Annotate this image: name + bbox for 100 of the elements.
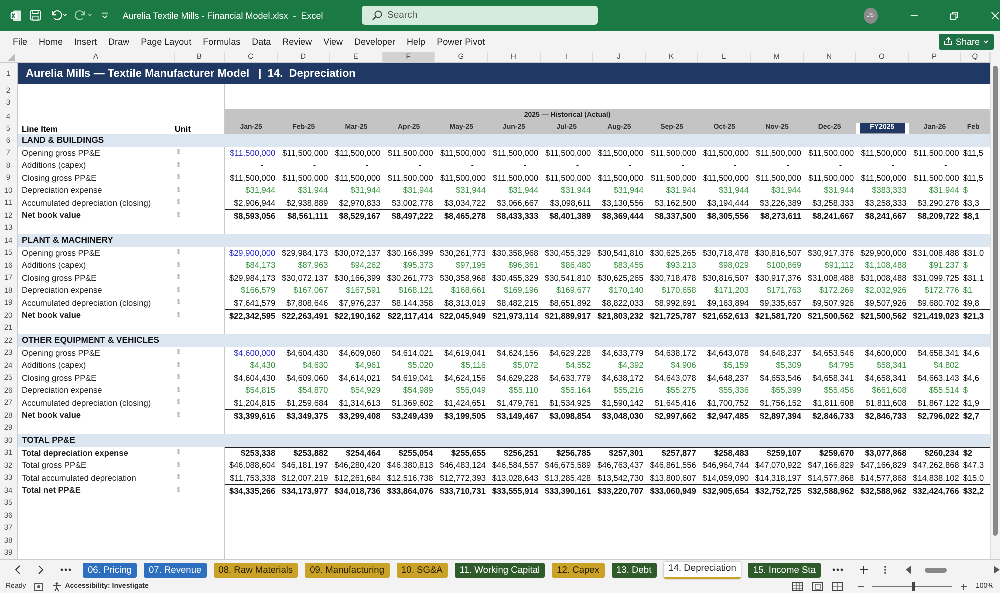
table-cell-text: -	[418, 159, 422, 172]
save-icon[interactable]	[30, 9, 42, 22]
table-cell-text: $168,121	[398, 284, 434, 296]
restore-icon[interactable]	[950, 10, 960, 20]
scroll-left-icon[interactable]	[906, 566, 912, 574]
table-cell-text: $4,906	[670, 359, 698, 372]
customize-caret-icon[interactable]	[100, 11, 109, 20]
table-cell-text: -	[628, 159, 633, 172]
table-cell: $3,249,439	[382, 409, 436, 422]
menu-item[interactable]: Power Pivot	[437, 36, 486, 46]
sheet-tab[interactable]: 07. Revenue	[144, 562, 207, 578]
table-cell-text: -	[838, 159, 844, 172]
menu-item[interactable]: View	[324, 36, 344, 46]
share-button[interactable]: Share	[938, 34, 994, 50]
table-cell-text: $11,500,000	[544, 146, 592, 159]
line-item-label: Total gross PP&E	[21, 459, 88, 472]
menu-item[interactable]: Help	[407, 36, 426, 46]
table-cell-text: $46,861,556	[649, 459, 698, 472]
table-cell-text: $8,482,215	[496, 296, 540, 309]
table-cell: $2,846,733	[804, 409, 856, 422]
line-item-label: Additions (capex)	[21, 359, 88, 372]
table-cell-text: $2,906,944	[233, 196, 277, 209]
table-cell-text: $31,944	[718, 184, 750, 196]
menu-item[interactable]: Formulas	[203, 36, 241, 46]
table-cell-text: $55,164	[560, 384, 592, 396]
splitter-icon[interactable]	[884, 565, 887, 575]
menu-item[interactable]: Developer	[354, 36, 396, 46]
sheet-tab[interactable]: 12. Capex	[552, 562, 605, 578]
table-cell-text: $46,380,813	[386, 459, 434, 472]
table-cell-text: -	[575, 159, 580, 172]
normal-view-icon[interactable]	[792, 582, 804, 592]
page-layout-view-icon[interactable]	[812, 582, 824, 592]
table-cell-text: $11,5	[962, 146, 984, 159]
table-cell-text: $55,049	[454, 384, 487, 396]
sheet-tab[interactable]: 10. SG&A	[396, 562, 448, 578]
table-cell-text: $168,661	[450, 284, 487, 296]
section-heading: TOTAL PP&E	[18, 434, 990, 446]
table-cell: $21,725,787	[646, 309, 698, 322]
add-sheet-icon[interactable]	[858, 565, 869, 575]
menu-item[interactable]: Data	[252, 36, 272, 46]
vertical-scrollbar[interactable]	[990, 52, 1000, 559]
menu-item[interactable]: Review	[282, 36, 312, 46]
close-icon[interactable]	[991, 10, 1000, 20]
line-item-label: Additions (capex)	[21, 259, 88, 272]
scroll-thumb[interactable]	[924, 568, 947, 572]
table-cell-text: $54,870	[297, 384, 330, 396]
table-cell-text: $1,424,651	[443, 396, 487, 409]
menu-item[interactable]: Insert	[74, 36, 98, 46]
more-icon[interactable]	[60, 568, 72, 572]
table-cell-text: $11,5	[962, 172, 984, 184]
table-cell-text: $4,653,546	[759, 372, 803, 384]
menu-item[interactable]: Draw	[108, 36, 130, 46]
table-cell-text: $12,516,738	[386, 472, 434, 484]
table-cell: $2,997,662	[646, 409, 698, 422]
table-cell-text: $14,577,868	[806, 472, 856, 484]
table-cell-text: $91,237	[928, 259, 960, 272]
table-cell-text: $14,838,102	[912, 472, 960, 484]
search-icon	[372, 10, 383, 21]
sheet-tab[interactable]: 13. Debt	[612, 562, 657, 578]
share-icon	[944, 37, 953, 46]
table-cell-text: $47,166,829	[806, 459, 856, 472]
table-cell-text: $170,140	[608, 284, 645, 296]
sheet-tab[interactable]: 11. Working Capital	[454, 562, 546, 578]
menu-item[interactable]: File	[13, 36, 28, 46]
table-cell: $8,593,056	[225, 209, 278, 222]
table-cell-text: $4,6	[962, 372, 980, 384]
more-icon[interactable]	[832, 568, 844, 572]
table-cell-text: $12,007,219	[281, 472, 330, 484]
table-cell-text: $11,500,000	[492, 146, 540, 159]
table-cell-text: $4,961	[354, 359, 382, 372]
sheet-tab[interactable]: 08. Raw Materials	[214, 562, 298, 578]
previous-sheet-icon[interactable]	[14, 565, 22, 575]
table-cell: $21,973,114	[488, 309, 541, 322]
macro-recording-icon[interactable]	[34, 582, 44, 592]
menu-item[interactable]: Home	[39, 36, 64, 46]
table-cell-text: $	[962, 384, 969, 396]
table-cell-text: -	[890, 159, 896, 172]
sheet-tab[interactable]: 15. Income Sta	[748, 562, 821, 578]
search-field[interactable]: Search	[362, 6, 598, 25]
table-cell: $8,465,278	[435, 209, 488, 222]
table-cell-text: $4,604,430	[286, 346, 330, 359]
next-sheet-icon[interactable]	[37, 565, 45, 575]
menu-item[interactable]: Page Layout	[141, 36, 192, 46]
zoom-in-icon[interactable]	[960, 582, 968, 590]
table-cell-text: $30,541,810	[544, 272, 592, 284]
table-cell-text: $46,675,589	[544, 459, 592, 472]
table-cell-text: $3,130,556	[601, 196, 645, 209]
table-cell-text: $5,159	[722, 359, 750, 372]
table-cell-text: $3,194,444	[706, 196, 750, 209]
table-cell-text: $1,9	[962, 396, 980, 409]
redo-icon[interactable]	[75, 9, 93, 22]
table-cell-text: $11,500,000	[492, 172, 540, 184]
table-cell-text: $11,500,000	[229, 146, 277, 159]
scroll-right-icon[interactable]	[994, 566, 1000, 574]
undo-icon[interactable]	[50, 9, 68, 22]
sheet-tab[interactable]: 09. Manufacturing	[305, 562, 390, 578]
table-cell-text: $11,500,000	[544, 172, 592, 184]
sheet-tab[interactable]: 06. Pricing	[83, 562, 137, 578]
page-break-view-icon[interactable]	[832, 582, 844, 592]
sheet-tab[interactable]: 14. Depreciation	[664, 562, 742, 578]
